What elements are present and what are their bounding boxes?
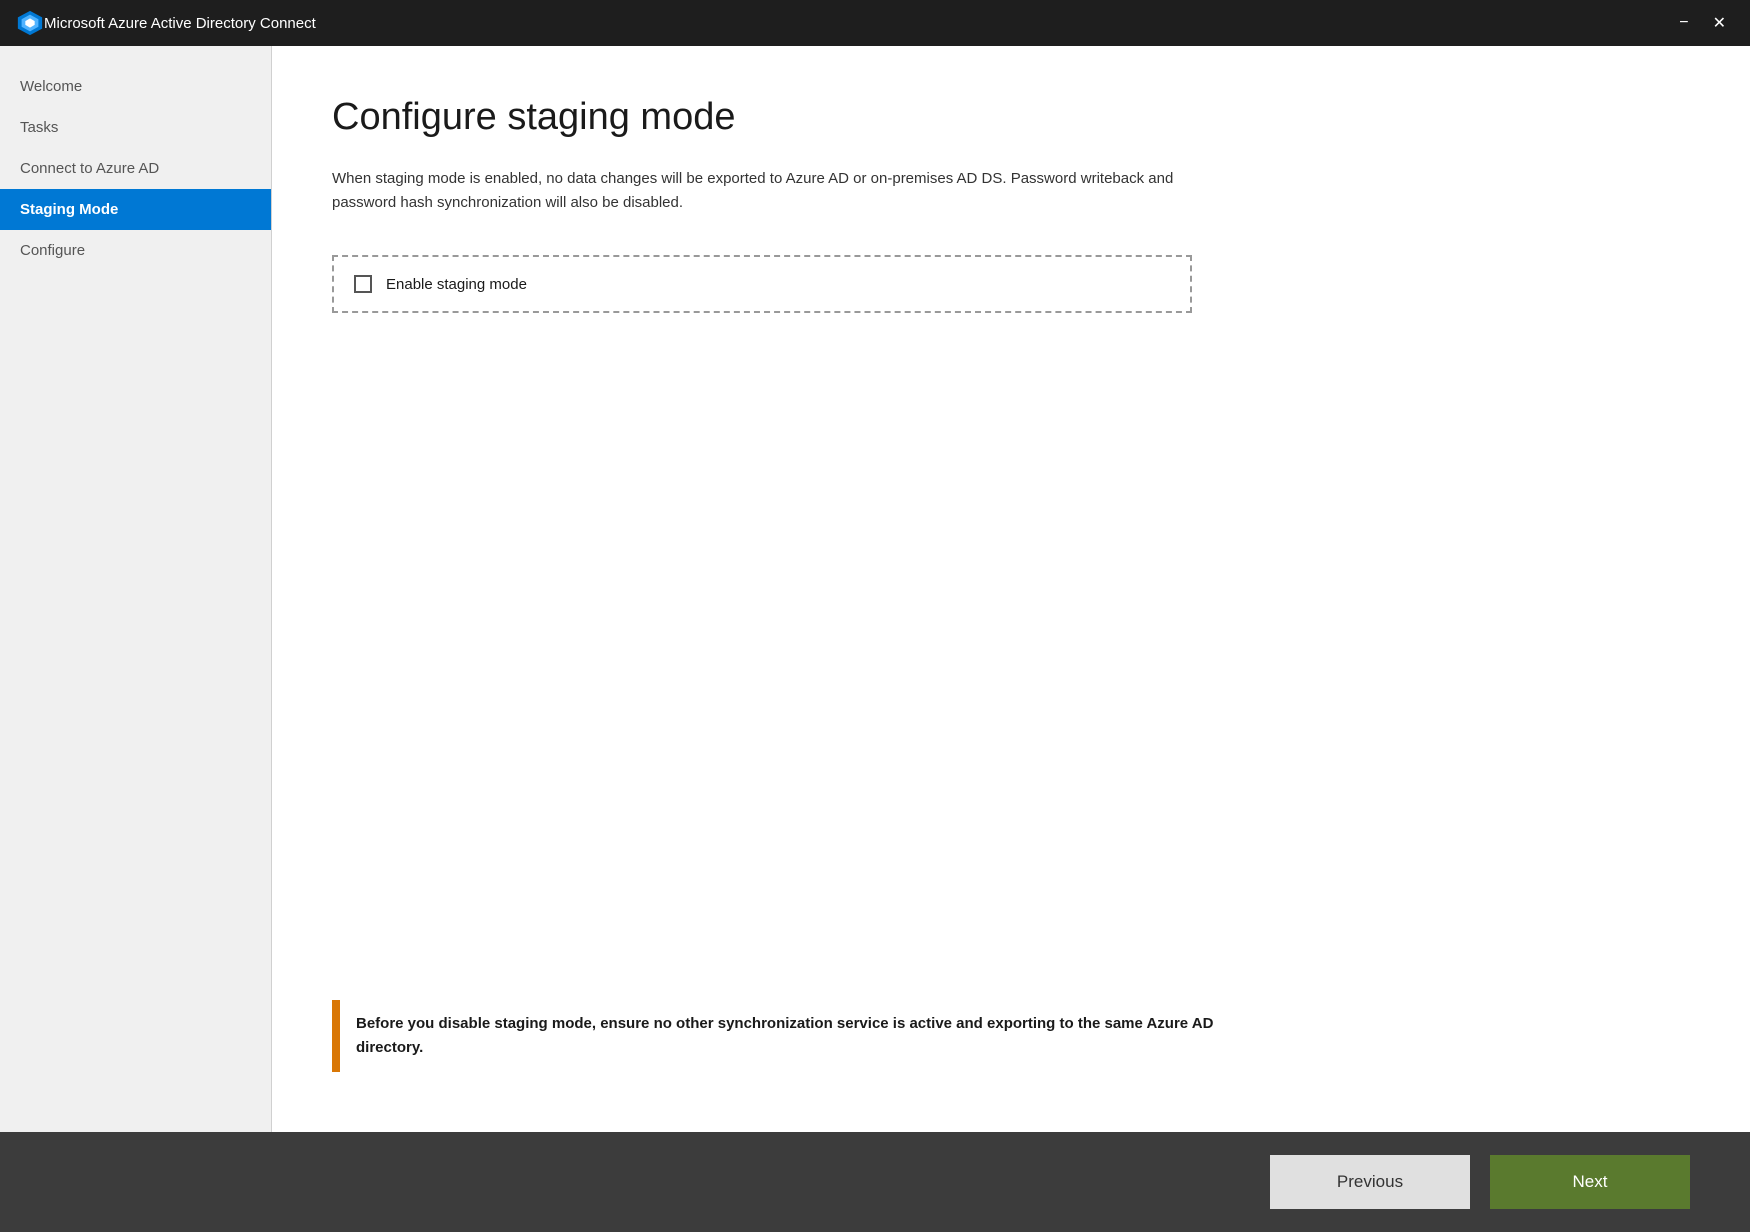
sidebar-item-welcome[interactable]: Welcome [0,66,271,107]
page-title: Configure staging mode [332,96,1690,139]
next-button[interactable]: Next [1490,1155,1690,1209]
main-panel: Configure staging mode When staging mode… [272,46,1750,1132]
sidebar-item-staging-mode-label: Staging Mode [20,201,118,218]
warning-bar-accent [332,1000,340,1072]
title-bar-controls: − ✕ [1671,11,1734,35]
warning-text: Before you disable staging mode, ensure … [340,1000,1292,1072]
sidebar-item-staging-mode[interactable]: Staging Mode [0,189,271,230]
close-button[interactable]: ✕ [1705,11,1734,35]
sidebar-item-welcome-label: Welcome [20,78,82,95]
sidebar: Welcome Tasks Connect to Azure AD Stagin… [0,46,272,1132]
page-description: When staging mode is enabled, no data ch… [332,167,1192,215]
content-area: Welcome Tasks Connect to Azure AD Stagin… [0,46,1750,1132]
warning-box: Before you disable staging mode, ensure … [332,1000,1292,1072]
enable-staging-mode-checkbox-container[interactable]: Enable staging mode [332,255,1192,313]
azure-logo-icon [16,9,44,37]
title-bar: Microsoft Azure Active Directory Connect… [0,0,1750,46]
sidebar-item-tasks[interactable]: Tasks [0,107,271,148]
staging-mode-checkbox-label: Enable staging mode [386,276,527,293]
title-bar-text: Microsoft Azure Active Directory Connect [44,15,1671,32]
staging-mode-checkbox[interactable] [354,275,372,293]
sidebar-item-configure-label: Configure [20,242,85,259]
previous-button[interactable]: Previous [1270,1155,1470,1209]
warning-text-content: Before you disable staging mode, ensure … [356,1015,1213,1056]
sidebar-item-tasks-label: Tasks [20,119,58,136]
footer: Previous Next [0,1132,1750,1232]
sidebar-item-connect-azure-ad-label: Connect to Azure AD [20,160,159,177]
window-body: Welcome Tasks Connect to Azure AD Stagin… [0,46,1750,1132]
sidebar-item-connect-azure-ad[interactable]: Connect to Azure AD [0,148,271,189]
sidebar-item-configure[interactable]: Configure [0,230,271,271]
minimize-button[interactable]: − [1671,11,1696,35]
